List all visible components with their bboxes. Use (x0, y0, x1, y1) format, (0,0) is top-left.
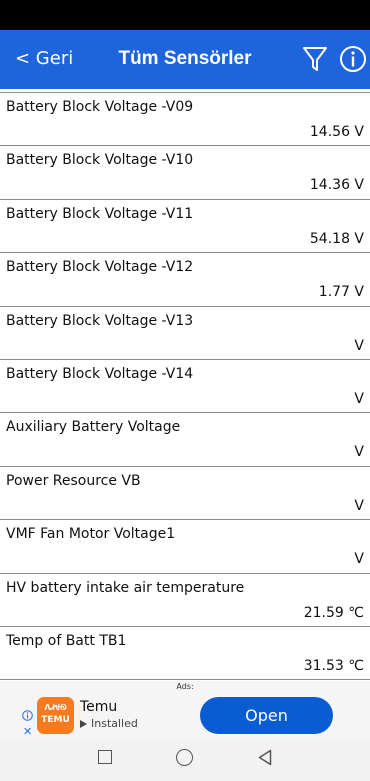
sensor-value: 1.77 V (318, 284, 364, 301)
sensor-row[interactable]: Battery Block Voltage -V12 1.77 V (0, 253, 370, 307)
ad-banner[interactable]: Ads: ✕ ᐱᏗᏠᏫ TEMU Temu Installed Open (0, 681, 370, 739)
sensor-row[interactable]: Battery Block Voltage -V10 14.36 V (0, 146, 370, 200)
sensor-label: Power Resource VB (6, 472, 141, 489)
temu-logo[interactable]: ᐱᏗᏠᏫ TEMU (37, 697, 74, 734)
sensor-label: Battery Block Voltage -V10 (6, 152, 194, 169)
sensor-value: 14.51 V (310, 89, 364, 92)
sensor-label: Battery Block Voltage -V12 (6, 259, 194, 276)
sensor-label: Battery Block Voltage -V11 (6, 205, 194, 222)
sensor-row[interactable]: Temp of Batt TB1 31.53 ℃ (0, 627, 370, 681)
ad-status: Installed (80, 717, 138, 730)
play-store-icon (80, 720, 87, 728)
triangle-back-icon[interactable] (258, 749, 272, 766)
sensor-row[interactable]: Power Resource VB V (0, 467, 370, 521)
sensor-value: V (354, 551, 364, 568)
sensor-row[interactable]: Auxiliary Battery Voltage V (0, 413, 370, 467)
sensor-label: Battery Block Voltage -V14 (6, 365, 194, 382)
sensor-list-inner: 14.51 V Battery Block Voltage -V09 14.56 V… (0, 89, 370, 681)
ad-info-icon[interactable] (22, 710, 33, 721)
sensor-row[interactable]: Battery Block Voltage -V09 14.56 V (0, 93, 370, 147)
sensor-row[interactable]: VMF Fan Motor Voltage1 V (0, 520, 370, 574)
info-icon[interactable] (339, 45, 367, 73)
sensor-label: Temp of Batt TB1 (6, 632, 127, 649)
sensor-value: 14.36 V (309, 177, 364, 194)
ads-label: Ads: (176, 682, 194, 691)
ad-status-text: Installed (91, 717, 138, 730)
sensor-value: V (354, 497, 364, 514)
sensor-row[interactable]: Battery Block Voltage -V13 V (0, 307, 370, 360)
sensor-row[interactable]: Battery Block Voltage -V14 V (0, 360, 370, 414)
open-button[interactable]: Open (200, 697, 333, 734)
app-header: < Geri Tüm Sensörler (0, 30, 370, 89)
sensor-label: VMF Fan Motor Voltage1 (6, 526, 176, 543)
sensor-value: V (354, 444, 364, 461)
status-bar (0, 0, 370, 30)
sensor-label: Auxiliary Battery Voltage (6, 419, 181, 436)
filter-icon[interactable] (302, 45, 328, 73)
circle-icon[interactable] (176, 749, 193, 766)
square-icon[interactable] (98, 750, 112, 764)
ad-close-icon[interactable]: ✕ (23, 725, 32, 738)
temu-logo-text: TEMU (41, 715, 70, 725)
sensor-value: 54.18 V (309, 230, 364, 247)
sensor-value: 14.56 V (309, 124, 364, 140)
sensor-value: V (354, 390, 364, 407)
sensor-row[interactable]: Battery Block Voltage -V11 54.18 V (0, 200, 370, 254)
sensor-list[interactable]: 14.51 V Battery Block Voltage -V09 14.56 V… (0, 89, 370, 681)
sensor-value: 21.59 ℃ (303, 604, 364, 621)
sensor-label: HV battery intake air temperature (6, 579, 245, 596)
temu-logo-top-text: ᐱᏗᏠᏫ (44, 703, 67, 712)
sensor-label: Battery Block Voltage -V09 (6, 99, 194, 115)
sensor-value: 31.53 ℃ (303, 657, 364, 674)
sensor-row[interactable]: HV battery intake air temperature 21.59 ℃ (0, 574, 370, 627)
sensor-label: Battery Block Voltage -V13 (6, 312, 194, 329)
sensor-value: V (354, 337, 364, 354)
ad-app-name: Temu (80, 699, 118, 715)
system-nav-bar (0, 739, 370, 781)
